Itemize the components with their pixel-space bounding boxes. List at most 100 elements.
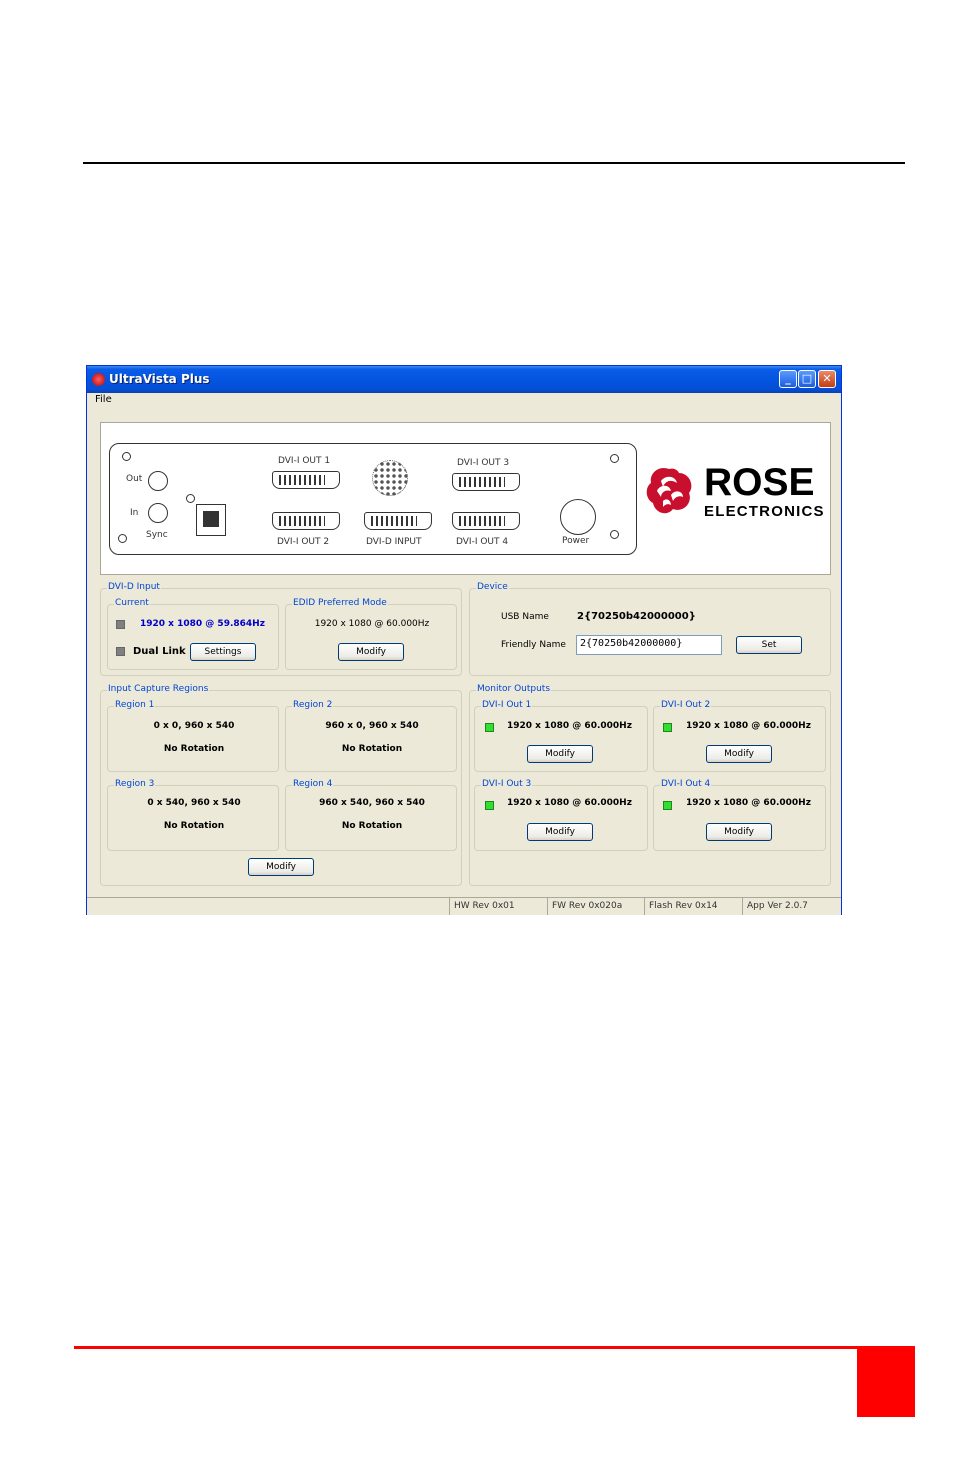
sync-label: Sync <box>146 530 168 540</box>
region-4-group: Region 4 960 x 540, 960 x 540 No Rotatio… <box>285 779 457 851</box>
dvi-out-3-connector <box>452 473 520 491</box>
page-top-rule <box>83 162 905 164</box>
screw-icon <box>122 452 131 461</box>
dvi-out-2-label: DVI-I OUT 2 <box>277 537 330 547</box>
dvi-out-4-led <box>663 801 672 810</box>
region-4-rotation: No Rotation <box>341 821 403 831</box>
minimize-button[interactable]: _ <box>779 370 797 388</box>
menu-file[interactable]: File <box>95 394 112 405</box>
region-4-title: Region 4 <box>292 779 334 789</box>
region-1-group: Region 1 0 x 0, 960 x 540 No Rotation <box>107 700 279 772</box>
fan-vent-icon <box>372 460 408 496</box>
dvi-out-2-group: DVI-I Out 2 1920 x 1080 @ 60.000Hz Modif… <box>653 700 826 772</box>
current-group-title: Current <box>114 598 150 608</box>
region-4-coords: 960 x 540, 960 x 540 <box>319 798 425 808</box>
region-1-title: Region 1 <box>114 700 156 710</box>
dvi-out-3-led <box>485 801 494 810</box>
device-group-title: Device <box>476 582 509 592</box>
dvi-out-1-modify-button[interactable]: Modify <box>527 745 593 763</box>
dvi-out-1-mode: 1920 x 1080 @ 60.000Hz <box>507 721 632 731</box>
close-button[interactable]: ✕ <box>818 370 836 388</box>
power-button-icon <box>560 499 596 535</box>
dvi-out-4-modify-button[interactable]: Modify <box>706 823 772 841</box>
friendly-name-field[interactable]: 2{70250b42000000} <box>576 635 722 655</box>
friendly-name-label: Friendly Name <box>501 640 566 650</box>
device-group: Device USB Name 2{70250b42000000} Friend… <box>469 582 831 676</box>
dvi-out-2-mode: 1920 x 1080 @ 60.000Hz <box>686 721 811 731</box>
region-2-group: Region 2 960 x 0, 960 x 540 No Rotation <box>285 700 457 772</box>
dvi-out-3-title: DVI-I Out 3 <box>481 779 533 789</box>
set-button[interactable]: Set <box>736 636 802 654</box>
current-mode: 1920 x 1080 @ 59.864Hz <box>140 619 265 629</box>
dvi-out-4-title: DVI-I Out 4 <box>660 779 712 789</box>
screw-icon <box>610 530 619 539</box>
edid-group-title: EDID Preferred Mode <box>292 598 388 608</box>
dvi-out-2-connector <box>272 512 340 530</box>
window-title: UltraVista Plus <box>109 372 210 386</box>
capture-regions-group-title: Input Capture Regions <box>107 684 210 694</box>
app-window: UltraVista Plus _ □ ✕ File Out In Sync D… <box>86 365 842 915</box>
region-2-rotation: No Rotation <box>341 744 403 754</box>
title-bar[interactable]: UltraVista Plus _ □ ✕ <box>87 366 841 393</box>
status-bar: HW Rev 0x01 FW Rev 0x020a Flash Rev 0x14… <box>87 897 841 915</box>
dvi-out-4-label: DVI-I OUT 4 <box>456 537 509 547</box>
region-1-coords: 0 x 0, 960 x 540 <box>153 721 235 731</box>
usb-port-icon <box>196 504 226 536</box>
region-3-rotation: No Rotation <box>163 821 225 831</box>
dvi-out-3-label: DVI-I OUT 3 <box>457 458 510 468</box>
dvi-out-1-label: DVI-I OUT 1 <box>278 456 331 466</box>
logo-electronics-text: ELECTRONICS <box>704 503 825 520</box>
fw-rev: FW Rev 0x020a <box>547 898 644 915</box>
dvi-out-4-mode: 1920 x 1080 @ 60.000Hz <box>686 798 811 808</box>
region-2-title: Region 2 <box>292 700 334 710</box>
page-bottom-rule <box>74 1346 914 1349</box>
dvi-out-4-connector <box>452 512 520 530</box>
region-3-coords: 0 x 540, 960 x 540 <box>147 798 241 808</box>
flash-rev: Flash Rev 0x14 <box>644 898 742 915</box>
dvi-input-group: DVI-D Input Current 1920 x 1080 @ 59.864… <box>100 582 462 676</box>
hw-rev: HW Rev 0x01 <box>449 898 547 915</box>
monitor-outputs-group: Monitor Outputs DVI-I Out 1 1920 x 1080 … <box>469 684 831 886</box>
edid-modify-button[interactable]: Modify <box>338 643 404 661</box>
power-label: Power <box>562 536 590 546</box>
region-3-group: Region 3 0 x 540, 960 x 540 No Rotation <box>107 779 279 851</box>
rear-panel-image: Out In Sync DVI-I OUT 1 DVI-I OUT 2 DVI-… <box>100 422 831 575</box>
monitor-outputs-group-title: Monitor Outputs <box>476 684 552 694</box>
dvi-d-input-label: DVI-D INPUT <box>366 537 422 547</box>
region-2-coords: 960 x 0, 960 x 540 <box>325 721 419 731</box>
settings-button[interactable]: Settings <box>190 643 256 661</box>
dvi-out-4-group: DVI-I Out 4 1920 x 1080 @ 60.000Hz Modif… <box>653 779 826 851</box>
dvi-out-2-led <box>663 723 672 732</box>
dvi-input-group-title: DVI-D Input <box>107 582 161 592</box>
dvi-out-1-connector <box>272 471 340 489</box>
in-label: In <box>130 508 139 518</box>
dual-link-label: Dual Link <box>133 646 186 657</box>
app-version: App Ver 2.0.7 <box>742 898 841 915</box>
dvi-out-1-group: DVI-I Out 1 1920 x 1080 @ 60.000Hz Modif… <box>474 700 648 772</box>
dvi-out-3-mode: 1920 x 1080 @ 60.000Hz <box>507 798 632 808</box>
input-signal-led <box>116 620 125 629</box>
menu-bar: File <box>87 393 841 409</box>
logo-rose-text: ROSE <box>704 461 815 504</box>
out-label: Out <box>126 474 143 484</box>
dvi-out-2-title: DVI-I Out 2 <box>660 700 712 710</box>
region-3-title: Region 3 <box>114 779 156 789</box>
sync-out-jack <box>148 471 168 491</box>
device-rear-panel: Out In Sync DVI-I OUT 1 DVI-I OUT 2 DVI-… <box>109 443 637 555</box>
capture-modify-button[interactable]: Modify <box>248 858 314 876</box>
dvi-d-input-connector <box>364 512 432 530</box>
maximize-button[interactable]: □ <box>798 370 816 388</box>
region-1-rotation: No Rotation <box>163 744 225 754</box>
rose-app-icon <box>92 373 105 386</box>
screw-icon <box>186 494 195 503</box>
capture-regions-group: Input Capture Regions Region 1 0 x 0, 96… <box>100 684 462 886</box>
dvi-out-1-title: DVI-I Out 1 <box>481 700 533 710</box>
rose-logo-icon <box>646 467 692 514</box>
dvi-out-2-modify-button[interactable]: Modify <box>706 745 772 763</box>
sync-in-jack <box>148 503 168 523</box>
screw-icon <box>118 534 127 543</box>
edid-mode: 1920 x 1080 @ 60.000Hz <box>314 619 430 629</box>
page-corner-tab <box>857 1346 915 1417</box>
usb-name-value: 2{70250b42000000} <box>577 611 696 622</box>
dvi-out-3-modify-button[interactable]: Modify <box>527 823 593 841</box>
